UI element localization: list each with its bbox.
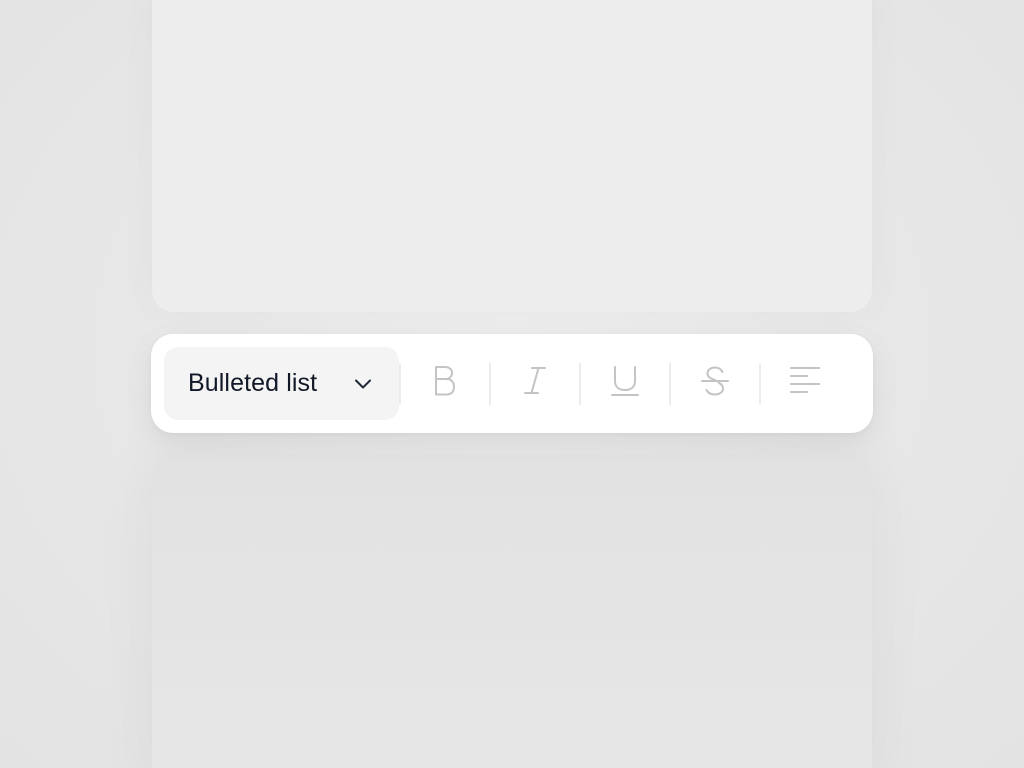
block-type-dropdown[interactable]: Bulleted list: [164, 347, 399, 420]
bold-button[interactable]: [401, 354, 489, 414]
align-left-icon: [789, 366, 821, 401]
chevron-down-icon: [353, 374, 373, 394]
underline-button[interactable]: [581, 354, 669, 414]
strikethrough-icon: [700, 365, 730, 402]
italic-button[interactable]: [491, 354, 579, 414]
canvas: Bulleted list: [0, 0, 1024, 768]
content-panel-top: [152, 0, 872, 312]
formatting-toolbar: Bulleted list: [151, 334, 873, 433]
underline-icon: [610, 365, 640, 402]
align-button[interactable]: [761, 354, 849, 414]
bold-icon: [433, 365, 457, 402]
italic-icon: [523, 366, 547, 401]
strikethrough-button[interactable]: [671, 354, 759, 414]
block-type-label: Bulleted list: [188, 369, 318, 397]
content-panel-bottom: [152, 455, 872, 768]
